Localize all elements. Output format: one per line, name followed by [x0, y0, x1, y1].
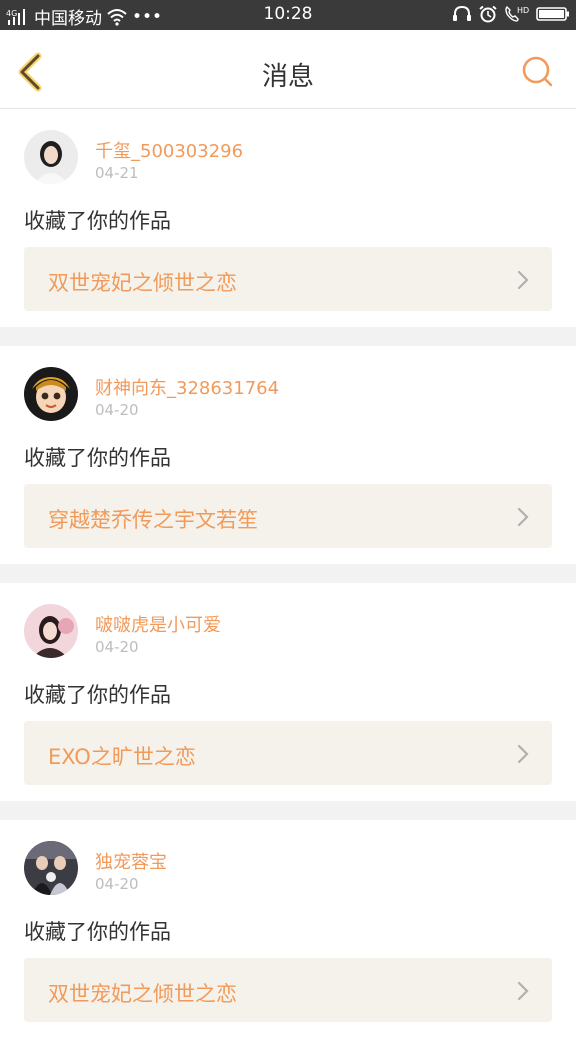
- status-right: HD: [452, 5, 570, 23]
- work-link[interactable]: EXO之旷世之恋: [24, 721, 552, 785]
- chevron-right-icon: [517, 981, 529, 1001]
- message-item: 啵啵虎是小可爱 04-20 收藏了你的作品 EXO之旷世之恋: [0, 583, 576, 801]
- username[interactable]: 千玺_500303296: [95, 137, 243, 163]
- work-link[interactable]: 双世宠妃之倾世之恋: [24, 958, 552, 1022]
- work-title: EXO之旷世之恋: [48, 745, 196, 769]
- chevron-right-icon: [517, 744, 529, 764]
- search-icon: [522, 56, 553, 87]
- message-date: 04-20: [95, 638, 139, 656]
- work-title: 穿越楚乔传之宇文若笙: [48, 508, 258, 532]
- search-button[interactable]: [520, 54, 554, 88]
- work-title: 双世宠妃之倾世之恋: [48, 271, 237, 295]
- work-link[interactable]: 穿越楚乔传之宇文若笙: [24, 484, 552, 548]
- svg-text:HD: HD: [517, 6, 529, 15]
- message-date: 04-20: [95, 401, 139, 419]
- avatar[interactable]: [24, 841, 78, 895]
- alarm-icon: [478, 5, 498, 23]
- message-action: 收藏了你的作品: [24, 446, 171, 470]
- message-action: 收藏了你的作品: [24, 683, 171, 707]
- message-action: 收藏了你的作品: [24, 209, 171, 233]
- message-date: 04-20: [95, 875, 139, 893]
- divider: [0, 327, 576, 346]
- username[interactable]: 独宠蓉宝: [95, 848, 167, 874]
- divider: [0, 564, 576, 583]
- message-item: 独宠蓉宝 04-20 收藏了你的作品 双世宠妃之倾世之恋: [0, 820, 576, 1038]
- headset-icon: [452, 5, 472, 23]
- message-date: 04-21: [95, 164, 139, 182]
- username[interactable]: 啵啵虎是小可爱: [95, 611, 221, 637]
- username[interactable]: 财神向东_328631764: [95, 374, 279, 400]
- message-action: 收藏了你的作品: [24, 920, 171, 944]
- battery-icon: [536, 5, 570, 23]
- avatar[interactable]: [24, 604, 78, 658]
- avatar[interactable]: [24, 367, 78, 421]
- chevron-right-icon: [517, 507, 529, 527]
- message-list: 千玺_500303296 04-21 收藏了你的作品 双世宠妃之倾世之恋 财神向…: [0, 109, 576, 1038]
- hd-call-icon: HD: [504, 5, 530, 23]
- work-title: 双世宠妃之倾世之恋: [48, 982, 237, 1006]
- status-bar: 4G 中国移动 ••• 10:28 HD: [0, 0, 576, 30]
- divider: [0, 801, 576, 820]
- work-link[interactable]: 双世宠妃之倾世之恋: [24, 247, 552, 311]
- nav-bar: 消息: [0, 30, 576, 109]
- avatar[interactable]: [24, 130, 78, 184]
- chevron-right-icon: [517, 270, 529, 290]
- page-title: 消息: [261, 62, 314, 92]
- message-item: 千玺_500303296 04-21 收藏了你的作品 双世宠妃之倾世之恋: [0, 109, 576, 327]
- message-item: 财神向东_328631764 04-20 收藏了你的作品 穿越楚乔传之宇文若笙: [0, 346, 576, 564]
